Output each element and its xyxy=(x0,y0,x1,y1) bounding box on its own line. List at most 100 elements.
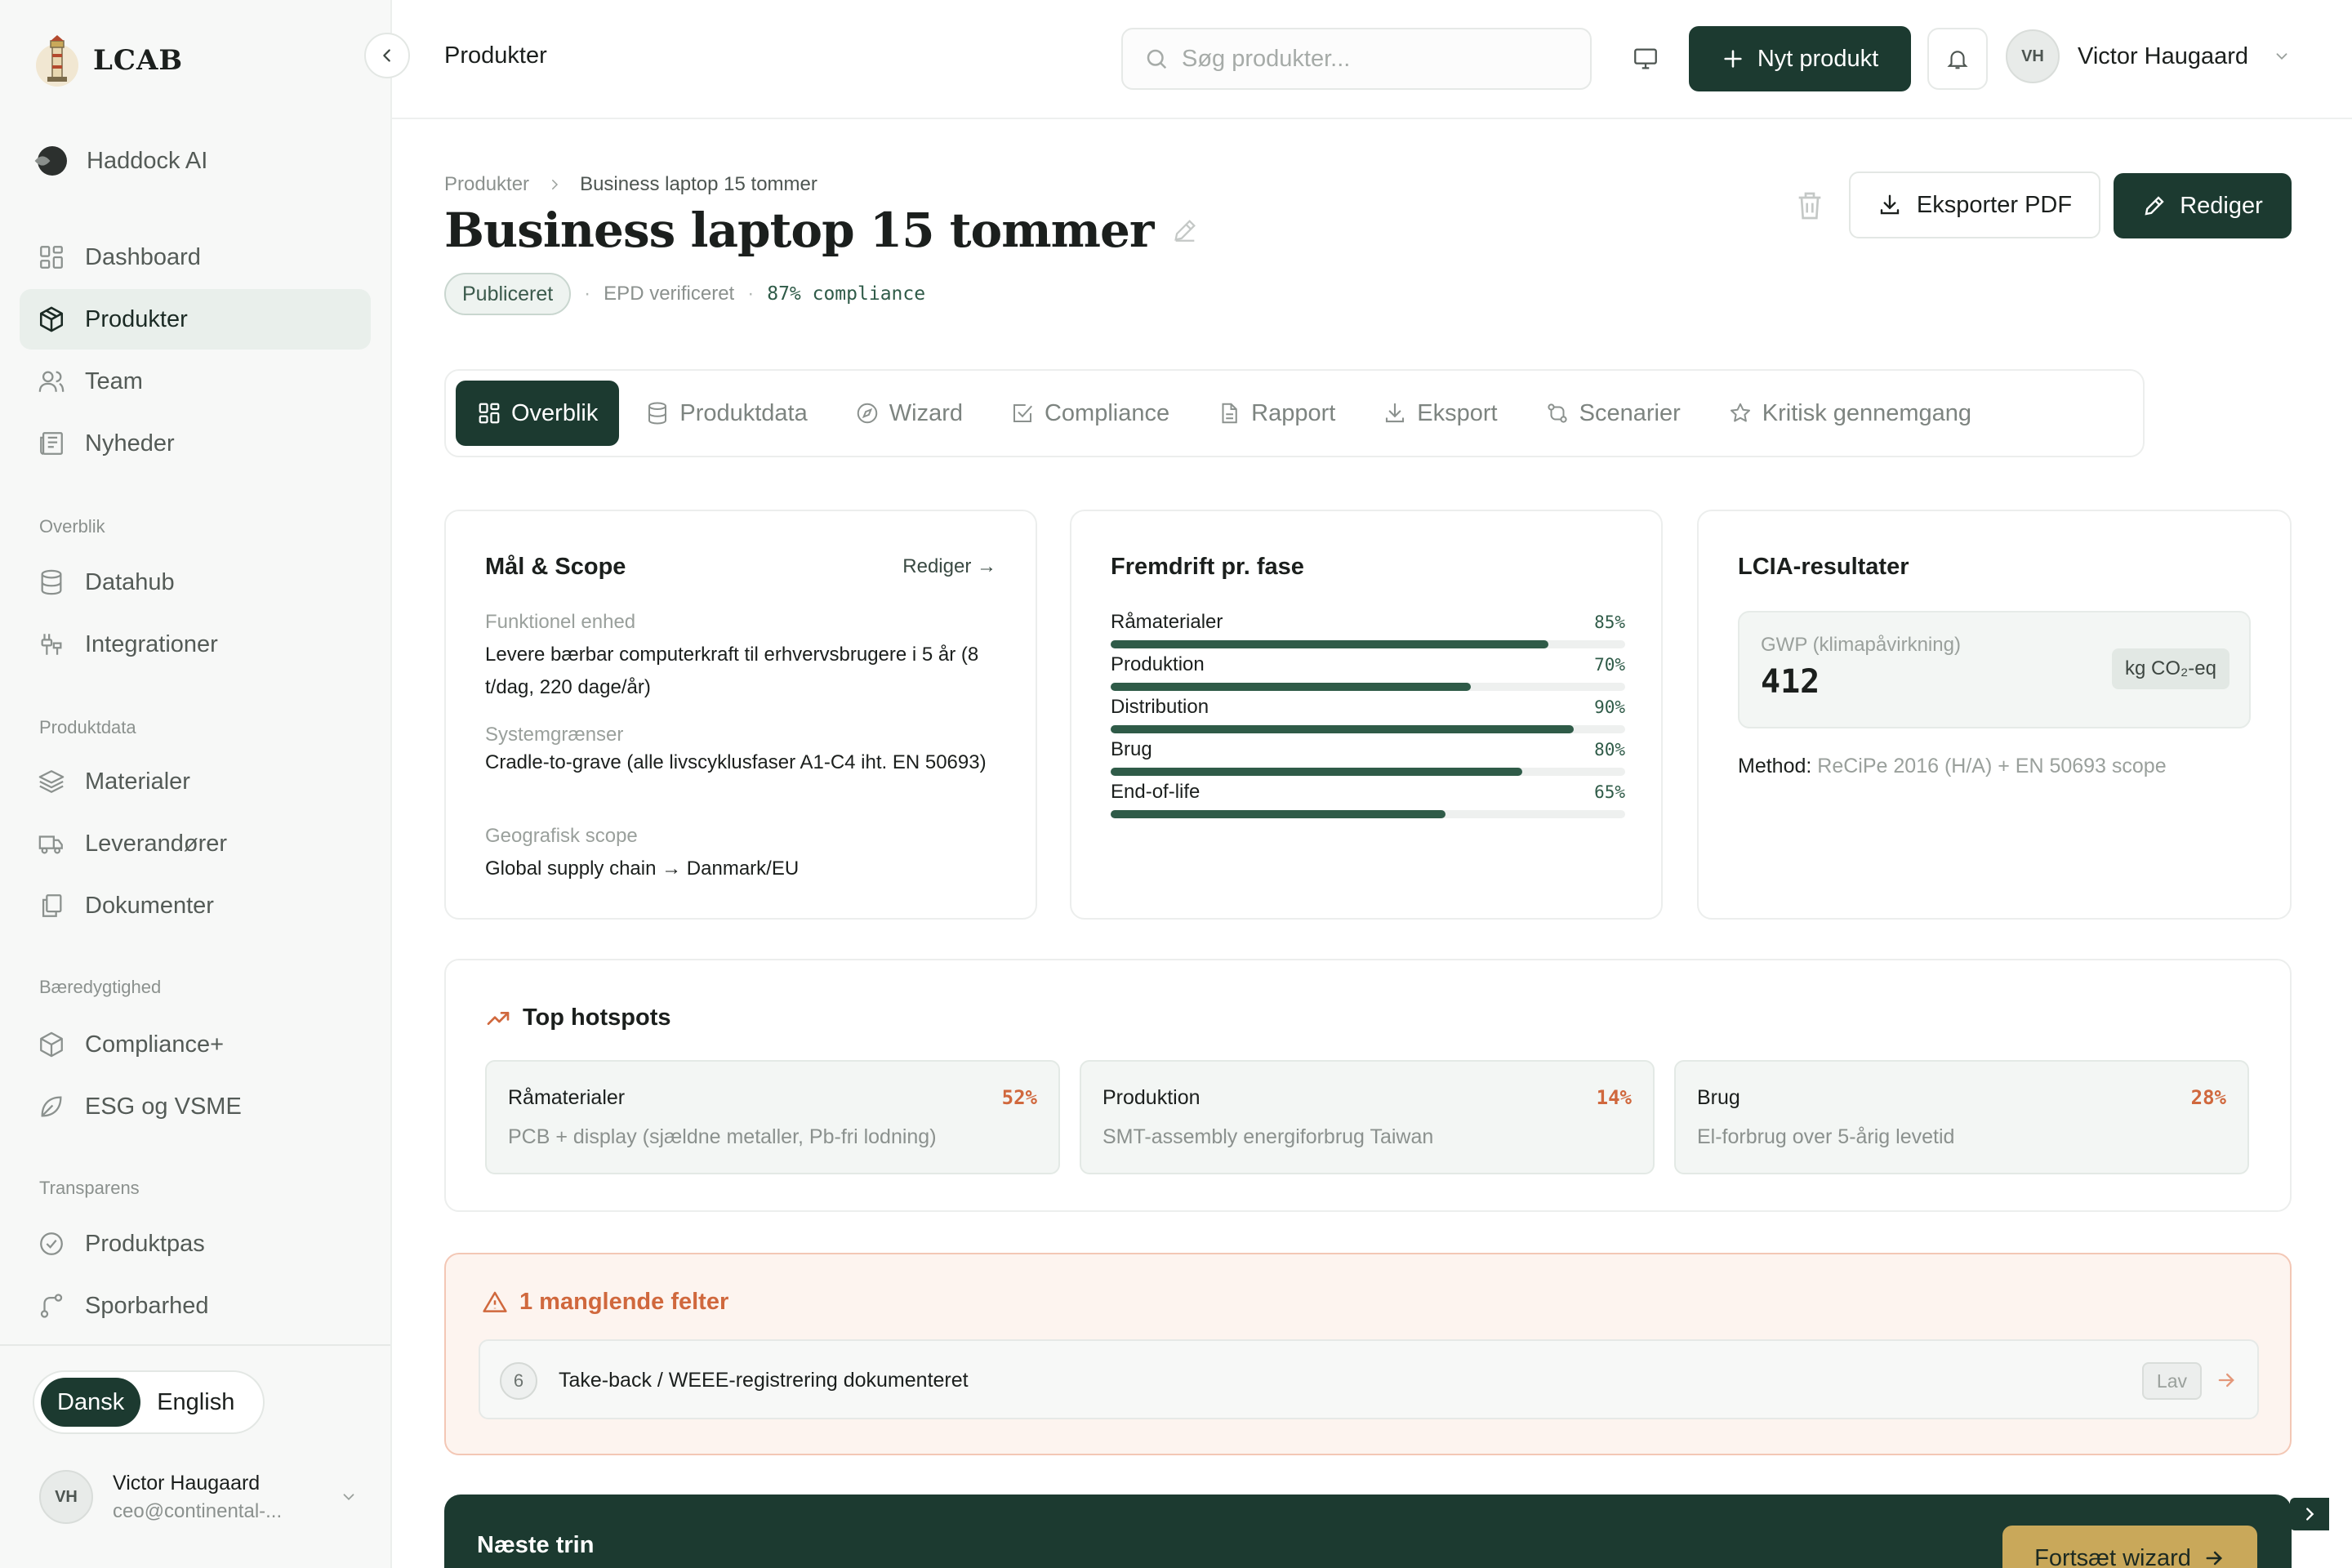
edit-product-button[interactable]: Rediger xyxy=(2114,173,2292,238)
card-title: LCIA-resultater xyxy=(1738,554,1909,580)
tab-kritisk-gennemgang[interactable]: Kritisk gennemgang xyxy=(1707,381,1993,446)
sidebar-item-produkter[interactable]: Produkter xyxy=(20,289,371,350)
sidebar-item-haddock-ai[interactable]: Haddock AI xyxy=(20,131,371,191)
tab-scenarier[interactable]: Scenarier xyxy=(1524,381,1702,446)
tab-label: Wizard xyxy=(889,399,963,426)
scope-edit-link[interactable]: Rediger → xyxy=(902,555,996,578)
progress-fill xyxy=(1111,725,1574,733)
hotspot-name: Råmaterialer xyxy=(508,1086,626,1109)
sidebar-item-integrationer[interactable]: Integrationer xyxy=(20,614,371,675)
progress-fill xyxy=(1111,810,1446,818)
breadcrumb-link-produkter[interactable]: Produkter xyxy=(444,173,529,196)
pencil-icon[interactable] xyxy=(1171,216,1199,244)
tab-label: Rapport xyxy=(1251,399,1336,426)
search-input[interactable]: Søg produkter... xyxy=(1121,28,1592,90)
sidebar-item-dashboard[interactable]: Dashboard xyxy=(20,227,371,287)
search-icon xyxy=(1147,49,1167,69)
field-label: Funktionel enhed xyxy=(485,611,636,633)
language-option-dansk[interactable]: Dansk xyxy=(41,1378,141,1427)
trash-icon[interactable] xyxy=(1793,189,1826,222)
sidebar-item-leverandorer[interactable]: Leverandører xyxy=(20,813,371,874)
hotspot-item[interactable]: Råmaterialer 52% PCB + display (sjældne … xyxy=(485,1060,1060,1174)
expand-panel-button[interactable] xyxy=(2290,1498,2329,1530)
new-product-button[interactable]: Nyt produkt xyxy=(1689,26,1911,91)
sidebar-section-title: Bæredygtighed xyxy=(39,977,162,997)
sidebar-user-menu[interactable]: VH Victor Haugaard ceo@continental-... xyxy=(39,1470,358,1524)
field-value: Global supply chain → Danmark/EU xyxy=(485,858,800,880)
phase-percent: 85% xyxy=(1594,612,1625,632)
files-icon xyxy=(42,894,62,917)
tab-compliance[interactable]: Compliance xyxy=(989,381,1191,446)
goal-scope-card: Mål & Scope Rediger → Funktionel enhed L… xyxy=(444,510,1037,920)
trending-up-icon xyxy=(487,1011,510,1025)
language-option-english[interactable]: English xyxy=(140,1378,251,1427)
breadcrumb: Produkter Business laptop 15 tommer xyxy=(444,173,817,196)
hotspot-item[interactable]: Brug 28% El-forbrug over 5-årig levetid xyxy=(1674,1060,2249,1174)
brand-logo[interactable]: LCAB xyxy=(33,33,183,88)
database-icon xyxy=(648,402,667,425)
file-text-icon xyxy=(1222,403,1237,424)
phase-label: Distribution xyxy=(1111,696,1209,718)
hotspot-item[interactable]: Produktion 14% SMT-assembly energiforbru… xyxy=(1080,1060,1655,1174)
phase-label: Brug xyxy=(1111,738,1152,760)
product-title: Business laptop 15 tommer xyxy=(444,203,1154,258)
user-email: ceo@continental-... xyxy=(113,1499,283,1522)
phase-label: End-of-life xyxy=(1111,781,1200,803)
sidebar-item-dokumenter[interactable]: Dokumenter xyxy=(20,875,371,936)
tab-wizard[interactable]: Wizard xyxy=(834,381,984,446)
arrow-right-icon xyxy=(2206,1551,2222,1566)
hotspot-percent: 14% xyxy=(1596,1086,1632,1109)
status-badge: Publiceret xyxy=(444,273,572,315)
sidebar-item-label: ESG og VSME xyxy=(85,1093,242,1120)
topbar-title: Produkter xyxy=(444,42,547,69)
top-hotspots-card: Top hotspots Råmaterialer 52% PCB + disp… xyxy=(444,959,2292,1212)
sidebar-item-label: Leverandører xyxy=(85,830,228,857)
phase-percent: 65% xyxy=(1594,782,1625,802)
sidebar-item-nyheder[interactable]: Nyheder xyxy=(20,413,371,474)
sidebar-item-materialer[interactable]: Materialer xyxy=(20,751,371,812)
collapse-sidebar-button[interactable] xyxy=(364,33,410,78)
sidebar-section-title: Produktdata xyxy=(39,717,136,737)
tab-overblik[interactable]: Overblik xyxy=(456,381,620,446)
sidebar-item-sporbarhed[interactable]: Sporbarhed xyxy=(20,1276,371,1336)
grid-icon xyxy=(40,246,63,269)
box-icon xyxy=(39,306,64,332)
sidebar-item-compliance-plus[interactable]: Compliance+ xyxy=(20,1014,371,1075)
missing-fields-alert: 1 manglende felter 6 Take-back / WEEE-re… xyxy=(444,1253,2292,1455)
tab-eksport[interactable]: Eksport xyxy=(1361,381,1518,446)
sidebar-item-produktpas[interactable]: Produktpas xyxy=(20,1214,371,1274)
leaf-icon xyxy=(41,1096,62,1117)
field-value: Levere bærbar computerkraft til erhvervs… xyxy=(485,644,979,698)
chevron-right-icon xyxy=(2306,1508,2314,1521)
export-pdf-button[interactable]: Eksporter PDF xyxy=(1849,172,2100,238)
plus-icon xyxy=(1724,50,1742,68)
hotspot-description: El-forbrug over 5-årig levetid xyxy=(1697,1125,1955,1148)
pencil-icon xyxy=(2145,196,2164,216)
sidebar-item-label: Produkter xyxy=(85,305,188,332)
tab-produktdata[interactable]: Produktdata xyxy=(624,381,828,446)
hotspots-title: Top hotspots xyxy=(523,1004,671,1031)
route-icon xyxy=(40,1294,63,1318)
phase-percent: 90% xyxy=(1594,697,1625,717)
breadcrumb-current: Business laptop 15 tommer xyxy=(580,173,817,195)
cube-icon xyxy=(40,1031,63,1058)
tab-rapport[interactable]: Rapport xyxy=(1196,381,1356,446)
sidebar-item-team[interactable]: Team xyxy=(20,351,371,412)
epd-status: EPD verificeret xyxy=(604,283,735,305)
notifications-button[interactable] xyxy=(1927,28,1988,90)
topbar-user-menu[interactable]: VH Victor Haugaard xyxy=(2006,29,2291,83)
sidebar-item-datahub[interactable]: Datahub xyxy=(20,552,371,612)
dot-separator: · xyxy=(584,283,591,305)
hotspot-description: SMT-assembly energiforbrug Taiwan xyxy=(1102,1125,1434,1148)
hotspot-name: Brug xyxy=(1697,1086,1740,1109)
continue-wizard-button[interactable]: Fortsæt wizard xyxy=(2002,1526,2257,1568)
missing-field-row[interactable]: 6 Take-back / WEEE-registrering dokument… xyxy=(479,1339,2259,1419)
grid-icon xyxy=(479,403,500,424)
sidebar-item-esg-vsme[interactable]: ESG og VSME xyxy=(20,1076,371,1137)
display-toggle-button[interactable] xyxy=(1615,28,1676,90)
field-label: Geografisk scope xyxy=(485,825,638,847)
tab-label: Overblik xyxy=(511,399,599,426)
progress-track xyxy=(1111,683,1625,691)
priority-badge: Lav xyxy=(2141,1362,2202,1400)
phase-percent: 80% xyxy=(1594,740,1625,760)
